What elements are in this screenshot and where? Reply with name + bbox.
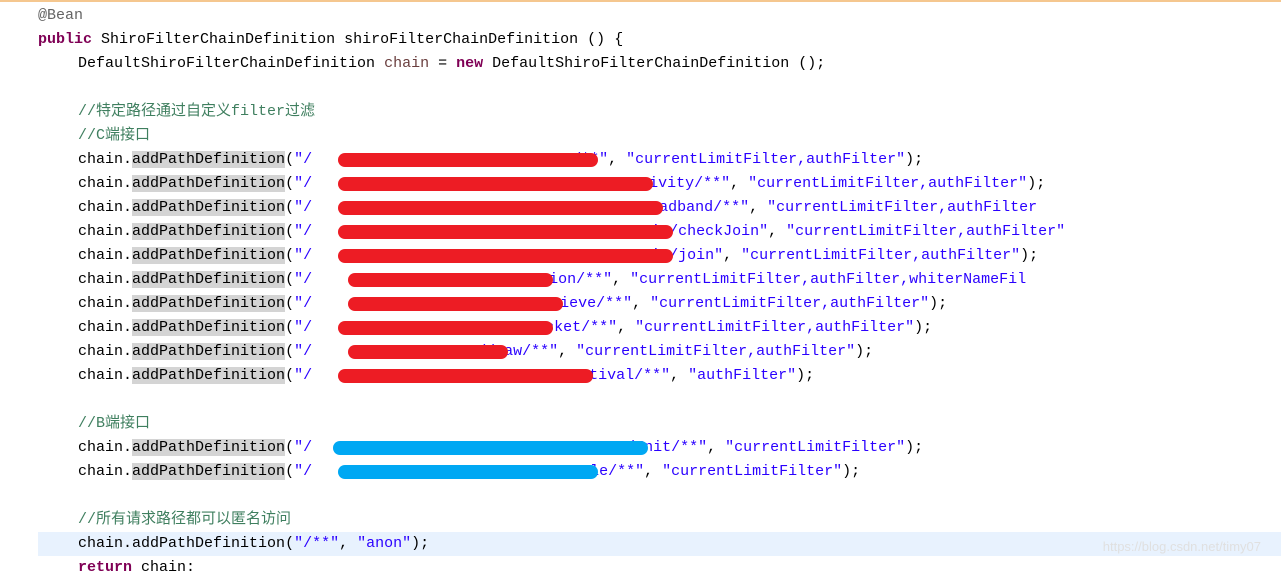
comment-filter: //特定路径通过自定义filter过滤	[78, 103, 315, 120]
return-line[interactable]: return chain:	[38, 556, 1281, 580]
code-line[interactable]: chain.addPathDefinition("/Pocket/**", "c…	[38, 316, 1281, 340]
code-line[interactable]: chain.addPathDefinition("/Festival/**", …	[38, 364, 1281, 388]
redaction	[348, 345, 508, 359]
redaction	[348, 297, 563, 311]
comment-anon: //所有请求路径都可以匿名访问	[78, 511, 291, 528]
method-call: addPathDefinition	[132, 343, 285, 360]
code-line[interactable]: chain.addPathDefinition("/Vip/checkJoin"…	[38, 220, 1281, 244]
code-line[interactable]: chain.addPathDefinition("/trieve/**", "c…	[38, 292, 1281, 316]
method-call: addPathDefinition	[132, 439, 285, 456]
method-call: addPathDefinition	[132, 271, 285, 288]
comment-line[interactable]: //特定路径通过自定义filter过滤	[38, 100, 1281, 124]
ctor-type: DefaultShiroFilterChainDefinition	[492, 55, 789, 72]
watermark: https://blog.csdn.net/timy07	[1103, 537, 1261, 558]
bean-annotation: @Bean	[38, 7, 83, 24]
return-var: chain	[141, 559, 186, 576]
redaction	[338, 225, 673, 239]
annotation-line[interactable]: @Bean	[38, 4, 1281, 28]
top-border	[0, 0, 1281, 2]
code-line[interactable]: chain.addPathDefinition("//draw/**", "cu…	[38, 340, 1281, 364]
parens: ()	[587, 31, 605, 48]
code-line[interactable]: chain.addPathDefinition("/Activity/**", …	[38, 172, 1281, 196]
method-signature[interactable]: public ShiroFilterChainDefinition shiroF…	[38, 28, 1281, 52]
code-line[interactable]: chain.addPathDefinition("/Rule/**", "cur…	[38, 460, 1281, 484]
code-editor[interactable]: @Bean public ShiroFilterChainDefinition …	[0, 0, 1281, 580]
redaction	[338, 369, 593, 383]
keyword-public: public	[38, 31, 92, 48]
method-call: addPathDefinition	[132, 367, 285, 384]
comment-line[interactable]: //所有请求路径都可以匿名访问	[38, 508, 1281, 532]
method-call: addPathDefinition	[132, 151, 285, 168]
redaction	[338, 321, 553, 335]
method-call: addPathDefinition	[132, 463, 285, 480]
return-type: ShiroFilterChainDefinition	[101, 31, 335, 48]
code-line[interactable]: chain.addPathDefinition("//**", "current…	[38, 148, 1281, 172]
redaction	[338, 177, 653, 191]
blank-line	[38, 388, 1281, 412]
redaction	[348, 273, 553, 287]
method-name: shiroFilterChainDefinition	[344, 31, 578, 48]
redaction	[338, 153, 598, 167]
redaction	[338, 201, 663, 215]
comment-b-api: //B端接口	[78, 415, 150, 432]
equals: =	[438, 55, 447, 72]
code-line[interactable]: chain.addPathDefinition("/action/**", "c…	[38, 268, 1281, 292]
method-call: addPathDefinition	[132, 319, 285, 336]
code-line[interactable]: chain.addPathDefinition("/Broadband/**",…	[38, 196, 1281, 220]
comment-line[interactable]: //C端接口	[38, 124, 1281, 148]
code-line[interactable]: chain.addPathDefinition("/rdInit/**", "c…	[38, 436, 1281, 460]
code-line[interactable]: chain.addPathDefinition("/Vip/join", "cu…	[38, 244, 1281, 268]
open-brace: {	[614, 31, 623, 48]
blank-line	[38, 76, 1281, 100]
decl-type: DefaultShiroFilterChainDefinition	[78, 55, 375, 72]
declaration-line[interactable]: DefaultShiroFilterChainDefinition chain …	[38, 52, 1281, 76]
redaction	[338, 465, 598, 479]
code-line-current[interactable]: chain.addPathDefinition("/**", "anon");	[38, 532, 1281, 556]
method-call: addPathDefinition	[132, 295, 285, 312]
comment-line[interactable]: //B端接口	[38, 412, 1281, 436]
keyword-new: new	[456, 55, 483, 72]
var-chain: chain	[384, 55, 429, 72]
redaction	[338, 249, 673, 263]
method-call: addPathDefinition	[132, 199, 285, 216]
blank-line	[38, 484, 1281, 508]
method-call: addPathDefinition	[132, 535, 285, 552]
redaction	[333, 441, 648, 455]
comment-c-api: //C端接口	[78, 127, 150, 144]
keyword-return: return	[78, 559, 132, 576]
method-call: addPathDefinition	[132, 223, 285, 240]
ctor-parens: ();	[798, 55, 825, 72]
method-call: addPathDefinition	[132, 175, 285, 192]
method-call: addPathDefinition	[132, 247, 285, 264]
